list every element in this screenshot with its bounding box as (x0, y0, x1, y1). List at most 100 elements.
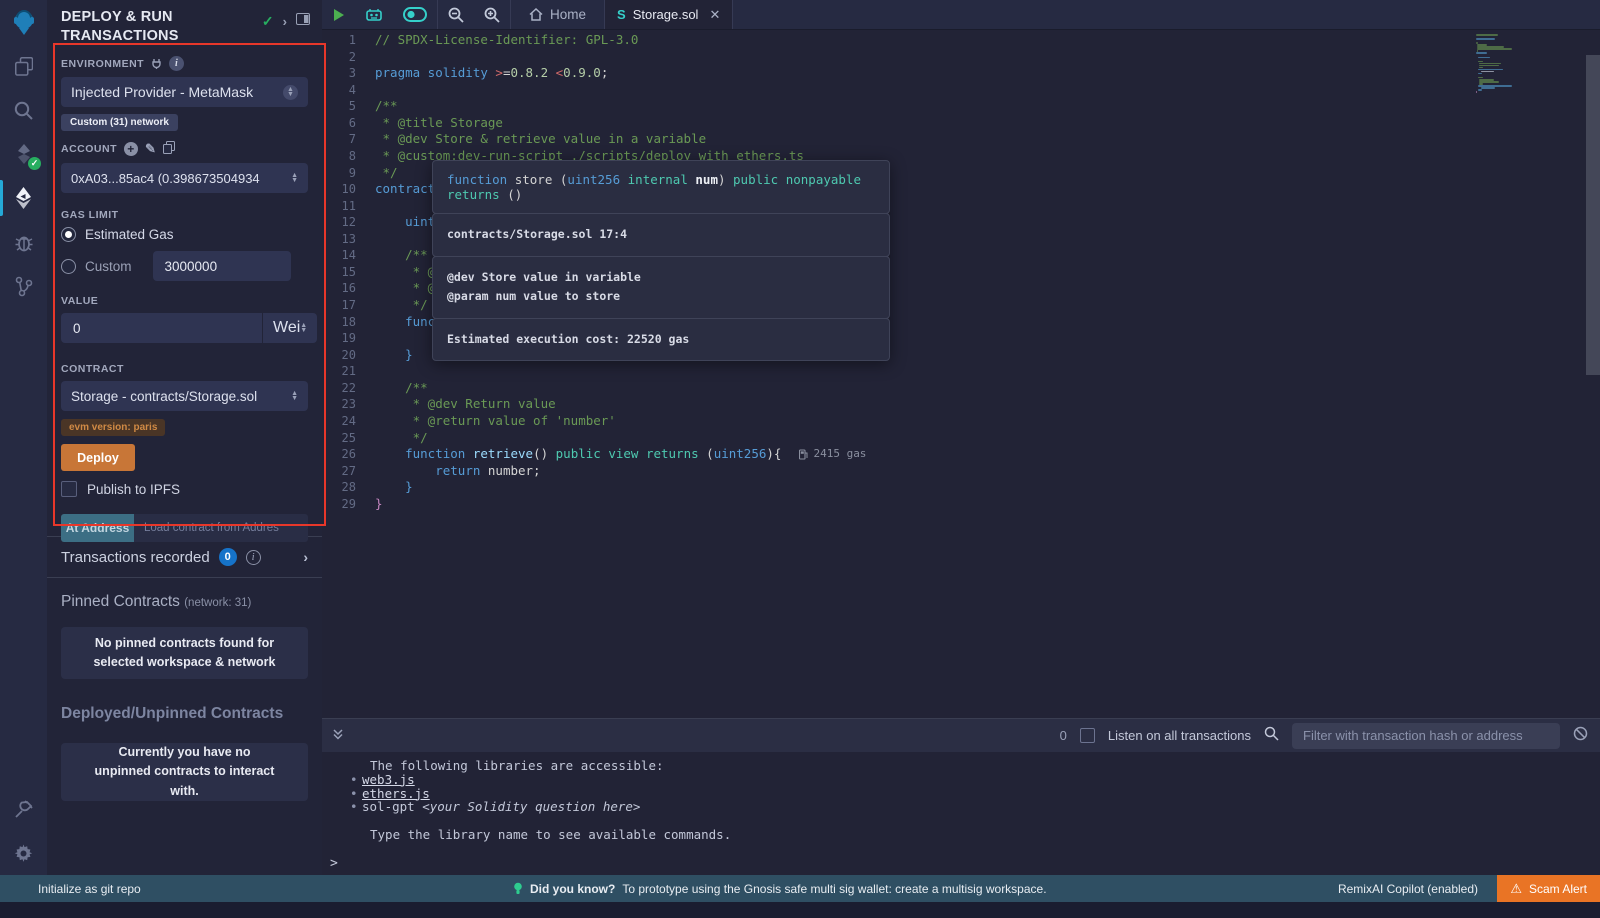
activity-bar: ✓ (0, 0, 47, 875)
collapse-terminal-icon[interactable] (332, 727, 344, 745)
activity-item-plugin-manager[interactable] (0, 787, 47, 831)
value-unit-select[interactable]: Wei ▲▼ (262, 313, 317, 343)
line-number: 24 (322, 413, 375, 430)
estimated-gas-radio[interactable] (61, 227, 76, 242)
clear-terminal-icon[interactable] (1573, 726, 1588, 746)
copy-account-icon[interactable] (163, 141, 175, 157)
line-number: 8 (322, 148, 375, 165)
line-number: 13 (322, 231, 375, 248)
transactions-info-icon[interactable]: i (246, 550, 261, 565)
activity-item-search[interactable] (0, 88, 47, 132)
activity-item-file-explorer[interactable] (0, 44, 47, 88)
code-line: 28 } (322, 479, 1600, 496)
at-address-button[interactable]: At Address (61, 514, 134, 542)
transactions-expand-chevron-icon[interactable]: › (303, 549, 308, 565)
pinned-contracts-empty-message: No pinned contracts found for selected w… (61, 627, 308, 679)
sign-message-icon[interactable]: ✎ (145, 141, 156, 157)
at-address-input[interactable] (134, 514, 308, 542)
code-line: 25 */ (322, 430, 1600, 447)
deploy-button[interactable]: Deploy (61, 444, 135, 471)
line-number: 5 (322, 98, 375, 115)
custom-gas-label: Custom (85, 259, 132, 274)
tooltip-file-location: contracts/Storage.sol 17:4 (432, 213, 890, 257)
line-number: 1 (322, 32, 375, 49)
line-number: 14 (322, 247, 375, 264)
code-line: 24 * @return value of 'number' (322, 413, 1600, 430)
terminal-link[interactable]: web3.js (362, 772, 415, 787)
custom-gas-radio[interactable] (61, 259, 76, 274)
code-line: 2 (322, 49, 1600, 66)
code-line: 6 * @title Storage (322, 115, 1600, 132)
line-number: 18 (322, 314, 375, 331)
gas-estimate-hint[interactable]: 2415 gas (799, 446, 866, 463)
custom-gas-input[interactable] (153, 251, 291, 281)
activity-item-debugger[interactable] (0, 220, 47, 264)
footer-strip (0, 902, 1600, 918)
pin-panel-chevron-icon[interactable]: › (283, 14, 287, 29)
minimap[interactable] (1476, 34, 1542, 93)
terminal-link[interactable]: ethers.js (362, 786, 430, 801)
line-number: 21 (322, 363, 375, 380)
activity-item-solidity-compiler[interactable]: ✓ (0, 132, 47, 176)
line-number: 27 (322, 463, 375, 480)
terminal-header: 0 Listen on all transactions (322, 718, 1600, 752)
editor-scrollbar[interactable] (1586, 55, 1600, 375)
select-arrows-icon: ▲▼ (300, 323, 307, 333)
transactions-recorded-label: Transactions recorded (61, 549, 210, 566)
split-panel-icon[interactable] (296, 12, 310, 30)
environment-info-icon[interactable]: i (169, 56, 184, 71)
close-tab-icon[interactable]: ✕ (709, 7, 720, 23)
terminal-prompt[interactable]: > (330, 856, 1600, 871)
code-line: 1// SPDX-License-Identifier: GPL-3.0 (322, 32, 1600, 49)
init-git-repo-button[interactable]: Initialize as git repo (0, 882, 141, 896)
transactions-recorded-row[interactable]: Transactions recorded 0 i › (47, 536, 322, 578)
terminal-output[interactable]: The following libraries are accessible:w… (322, 752, 1600, 842)
line-number: 11 (322, 198, 375, 215)
line-number: 3 (322, 65, 375, 82)
value-input[interactable] (61, 313, 262, 343)
contract-select[interactable]: Storage - contracts/Storage.sol ▲▼ (61, 381, 308, 411)
terminal-line: ethers.js (352, 787, 1600, 801)
did-you-know-tip: Did you know? To prototype using the Gno… (513, 882, 1047, 896)
solidity-file-icon: S (617, 7, 626, 22)
code-line: 27 return number; (322, 463, 1600, 480)
publish-ipfs-label: Publish to IPFS (87, 482, 180, 497)
contract-label: CONTRACT (61, 363, 308, 375)
copilot-toggle-switch[interactable] (393, 0, 437, 29)
line-number: 17 (322, 297, 375, 314)
activity-item-settings[interactable] (0, 831, 47, 875)
activity-item-deploy-and-run[interactable] (0, 176, 47, 220)
code-line: 21 (322, 363, 1600, 380)
compiler-success-badge: ✓ (28, 157, 41, 170)
lightbulb-icon (513, 882, 523, 896)
pending-tx-count: 0 (1060, 728, 1067, 743)
listen-all-checkbox[interactable] (1080, 728, 1095, 743)
zoom-out-icon[interactable] (438, 0, 474, 29)
plug-icon[interactable] (151, 58, 162, 69)
activity-item-git[interactable] (0, 264, 47, 308)
tab-home[interactable]: Home (511, 0, 604, 29)
publish-ipfs-checkbox[interactable] (61, 481, 77, 497)
zoom-in-icon[interactable] (474, 0, 510, 29)
account-select[interactable]: 0xA03...85ac4 (0.398673504934 ▲▼ (61, 163, 308, 193)
select-arrows-icon: ▲▼ (291, 391, 298, 401)
code-line: 4 (322, 82, 1600, 99)
scam-alert-button[interactable]: ⚠ Scam Alert (1497, 875, 1600, 902)
code-area[interactable]: 1// SPDX-License-Identifier: GPL-3.023pr… (322, 30, 1600, 718)
copilot-status[interactable]: RemixAI Copilot (enabled) (1338, 882, 1478, 896)
line-number: 10 (322, 181, 375, 198)
terminal-filter-input[interactable] (1292, 723, 1560, 749)
estimated-gas-label: Estimated Gas (85, 227, 174, 242)
tab-storage-sol[interactable]: S Storage.sol ✕ (604, 0, 733, 29)
environment-select[interactable]: Injected Provider - MetaMask ▲▼ (61, 77, 308, 107)
run-script-play-button[interactable] (322, 0, 355, 29)
activity-item-remix-logo[interactable] (0, 0, 47, 44)
line-number: 7 (322, 131, 375, 148)
terminal-line: Type the library name to see available c… (352, 828, 1600, 842)
deployed-contracts-title: Deployed/Unpinned Contracts (61, 705, 308, 723)
code-line: 22 /** (322, 380, 1600, 397)
line-number: 2 (322, 49, 375, 66)
ai-copilot-robot-icon[interactable] (355, 0, 393, 29)
listen-all-label: Listen on all transactions (1108, 728, 1251, 743)
create-account-icon[interactable]: + (124, 142, 138, 156)
